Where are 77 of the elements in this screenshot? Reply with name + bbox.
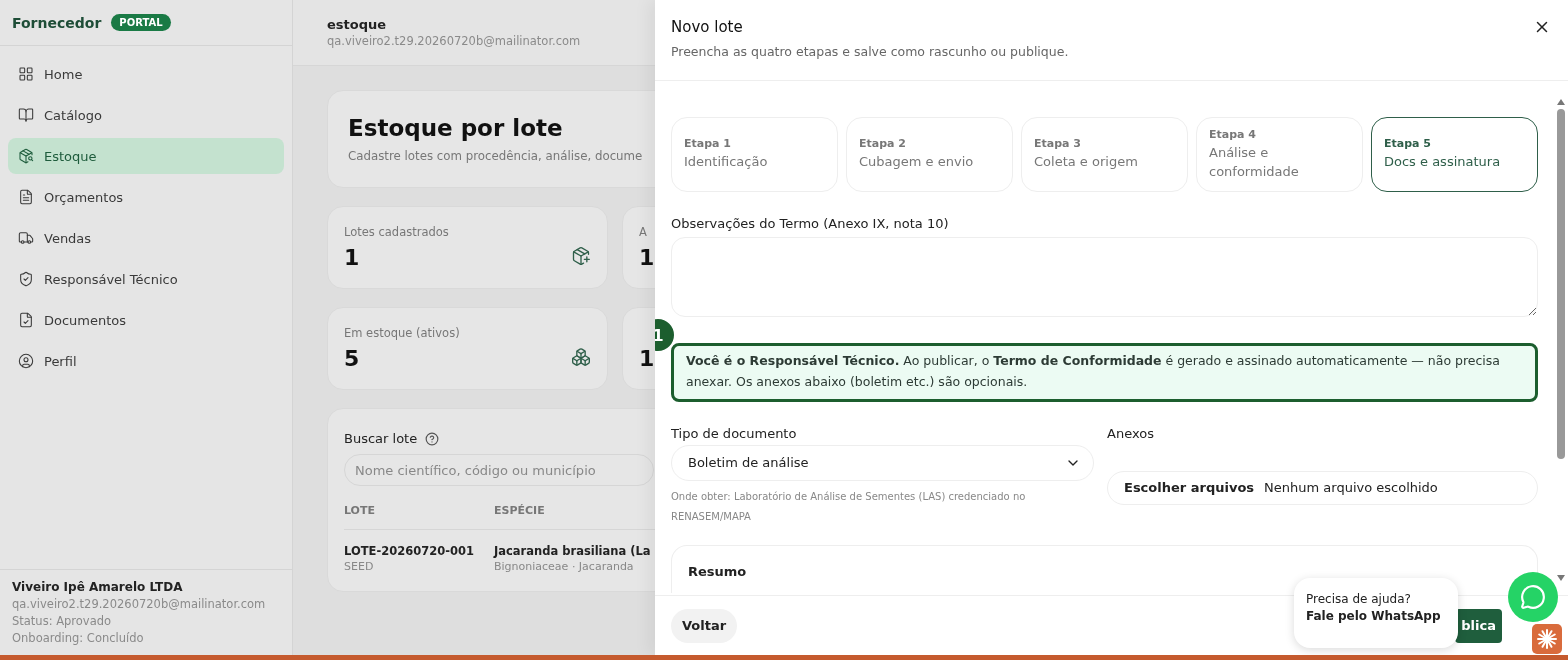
nav-icon <box>18 271 34 287</box>
step-label: Docs e assinatura <box>1384 153 1502 172</box>
box-icon <box>571 245 591 266</box>
notes-label: Observações do Termo (Anexo IX, nota 10) <box>671 216 950 231</box>
step-label: Coleta e origem <box>1034 153 1139 172</box>
lot-code: LOTE-20260720-001 <box>344 544 474 558</box>
nav-item[interactable]: Orçamentos <box>8 179 284 215</box>
step-tab[interactable]: Etapa 1 Identificação <box>671 117 838 192</box>
stat-value: 1 <box>639 346 655 371</box>
step-number: Etapa 2 <box>859 137 907 151</box>
step-label: Cubagem e envio <box>859 153 975 172</box>
user-email: qa.viveiro2.t29.20260720b@mailinator.com <box>327 34 581 48</box>
search-field[interactable]: Nome científico, código ou município <box>344 454 654 486</box>
search-label: Buscar lote <box>344 431 418 446</box>
nav-icon <box>18 66 34 82</box>
scroll-up-icon[interactable] <box>1557 99 1565 105</box>
stat-value: 5 <box>344 346 360 371</box>
stat-label: Lotes cadastrados <box>344 225 449 239</box>
column-header: LOTE <box>344 504 494 530</box>
species-family: Bignoniaceae · Jacaranda <box>494 560 634 573</box>
chat-bubble-icon <box>1520 584 1546 610</box>
help-question: Precisa de ajuda? <box>1306 592 1412 606</box>
nav-item[interactable]: Documentos <box>8 302 284 338</box>
nav-icon <box>18 312 34 328</box>
nav-icon <box>18 107 34 123</box>
box-icon <box>571 346 591 367</box>
panel-subtitle: Preencha as quatro etapas e salve como rascunho ou publique. <box>671 44 1069 59</box>
stat-label: A <box>639 225 647 239</box>
nav-icon <box>18 230 34 246</box>
account-email: qa.viveiro2.t29.20260720b@mailinator.com <box>12 597 267 611</box>
step-number: Etapa 3 <box>1034 137 1082 151</box>
nav-icon <box>18 148 34 164</box>
step-number: Etapa 1 <box>684 137 732 151</box>
help-link: Fale pelo WhatsApp <box>1306 609 1442 623</box>
nav-item[interactable]: Home <box>8 56 284 92</box>
scroll-down-icon[interactable] <box>1557 575 1565 581</box>
info-message: Você é o Responsável Técnico. Ao publicar, o Termo de Conformidade é gerado e assinado automaticamente — não precisa anexar. Os anexos abaixo (boletim etc.) são opcionais. <box>671 343 1538 402</box>
step-number: Etapa 4 <box>1209 128 1257 142</box>
annotation-badge: 1 <box>655 317 676 353</box>
nav-item[interactable]: Estoque <box>8 138 284 174</box>
stat-label: Em estoque (ativos) <box>344 326 460 340</box>
nav-icon <box>18 353 34 369</box>
step-tab[interactable]: Etapa 4 Análise e conformidade <box>1196 117 1363 192</box>
hero-title: Estoque por lote <box>348 115 564 141</box>
nav-item[interactable]: Responsável Técnico <box>8 261 284 297</box>
account-name: Viveiro Ipê Amarelo LTDA <box>12 580 184 594</box>
nav-icon <box>18 189 34 205</box>
brand-name: Fornecedor <box>12 14 102 31</box>
nav-item[interactable]: Catálogo <box>8 97 284 133</box>
step-tab[interactable]: Etapa 5 Docs e assinatura <box>1371 117 1538 192</box>
step-tab[interactable]: Etapa 3 Coleta e origem <box>1021 117 1188 192</box>
panel-title: Novo lote <box>671 18 744 36</box>
hero-subtitle: Cadastre lotes com procedência, análise, docume <box>348 149 643 163</box>
step-label: Identificação <box>684 153 769 172</box>
step-label: Análise e conformidade <box>1209 144 1300 181</box>
scrollbar-thumb[interactable] <box>1557 109 1565 459</box>
sparkle-icon[interactable] <box>1532 624 1562 654</box>
notes-field[interactable] <box>671 237 1538 317</box>
step-number: Etapa 5 <box>1384 137 1432 151</box>
nav-item[interactable]: Perfil <box>8 343 284 379</box>
back-button[interactable]: Voltar <box>671 608 738 643</box>
attachments-label: Anexos <box>1107 425 1155 441</box>
page-title: estoque <box>327 17 387 32</box>
publish-button[interactable]: blica <box>1455 608 1502 643</box>
doc-type-hint: Onde obter: Laboratório de Análise de Sementes (LAS) credenciado no RENASEM/MAPA <box>671 489 1027 524</box>
help-bubble[interactable]: Precisa de ajuda? Fale pelo WhatsApp <box>1294 578 1458 648</box>
species-name: Jacaranda brasiliana (La <box>494 544 651 558</box>
step-tab[interactable]: Etapa 2 Cubagem e envio <box>846 117 1013 192</box>
portal-badge: PORTAL <box>111 14 171 31</box>
lot-type: SEED <box>344 560 374 573</box>
account-status: Status: Aprovado <box>12 614 113 628</box>
doc-type-label: Tipo de documento <box>671 425 798 441</box>
stat-value: 1 <box>344 245 360 270</box>
nav-item[interactable]: Vendas <box>8 220 284 256</box>
help-icon[interactable] <box>425 431 440 446</box>
stat-value: 1 <box>639 245 655 270</box>
onboarding-status: Onboarding: Concluído <box>12 631 145 645</box>
